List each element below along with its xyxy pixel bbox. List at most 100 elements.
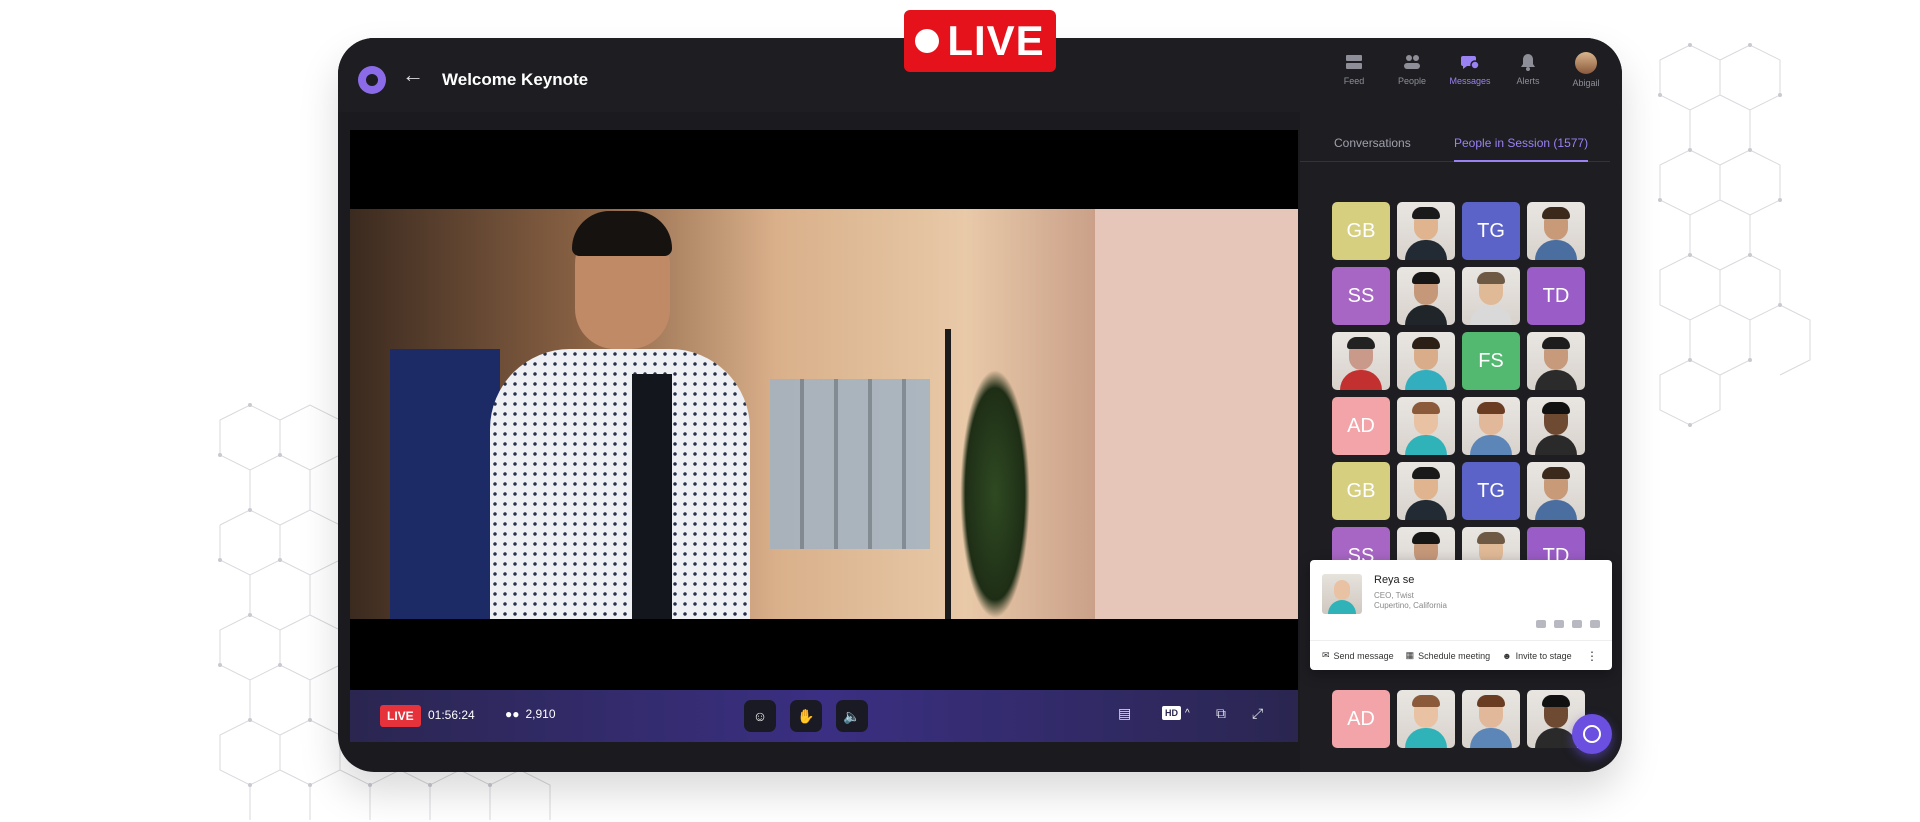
attendee-avatar[interactable]: SS — [1332, 267, 1390, 325]
attendee-avatar[interactable]: AD — [1332, 690, 1390, 748]
social-icon[interactable] — [1590, 620, 1600, 628]
nav-people-label: People — [1397, 76, 1427, 86]
page: LIVE ← Welcome Keynote Feed People Messa… — [0, 0, 1920, 822]
attendee-avatar[interactable]: AD — [1332, 397, 1390, 455]
nav-alerts-label: Alerts — [1516, 76, 1540, 86]
attendee-initials: TG — [1477, 219, 1505, 242]
smile-icon: ☺ — [752, 708, 768, 724]
speaker-icon: 🔈 — [843, 707, 861, 724]
attendee-avatar[interactable]: TG — [1462, 462, 1520, 520]
profile-name: Reya se — [1374, 574, 1415, 586]
profile-role: CEO, Twist — [1374, 591, 1414, 600]
attendee-avatar[interactable] — [1527, 202, 1585, 260]
tab-people-in-session[interactable]: People in Session (1577) — [1454, 130, 1589, 162]
viewer-count: ●● 2,910 — [505, 707, 556, 721]
back-arrow-icon[interactable]: ← — [402, 62, 424, 88]
profile-actions: ✉ Send message ▦ Schedule meeting ☻ Invite … — [1310, 640, 1612, 670]
social-icon[interactable] — [1554, 620, 1564, 628]
sidebar: Conversations People in Session (1577) G… — [1300, 112, 1622, 772]
bell-icon — [1518, 52, 1538, 72]
nav-alerts[interactable]: Alerts — [1510, 52, 1546, 88]
top-nav: Feed People Messages Alerts Abigail — [1336, 52, 1604, 88]
player-controls: LIVE 01:56:24 ●● 2,910 ☺ ✋ 🔈 ▤ HD ^ ⧉ ⤢ — [350, 690, 1298, 742]
attendee-avatar[interactable] — [1527, 462, 1585, 520]
attendee-avatar[interactable] — [1397, 332, 1455, 390]
nav-profile-label: Abigail — [1572, 78, 1600, 88]
schedule-meeting-label: Schedule meeting — [1418, 650, 1491, 661]
invite-to-stage-label: Invite to stage — [1515, 650, 1572, 661]
attendee-avatar[interactable]: TD — [1527, 267, 1585, 325]
page-title: Welcome Keynote — [442, 70, 589, 89]
send-message-button[interactable]: ✉ Send message — [1322, 650, 1394, 661]
social-icon[interactable] — [1572, 620, 1582, 628]
attendee-avatar[interactable] — [1527, 332, 1585, 390]
nav-feed[interactable]: Feed — [1336, 52, 1372, 88]
more-options-icon[interactable]: ⋮ — [1586, 649, 1598, 663]
attendee-avatar[interactable] — [1462, 397, 1520, 455]
attendee-avatar[interactable] — [1462, 690, 1520, 748]
volume-button[interactable]: 🔈 — [836, 700, 868, 732]
attendee-initials: AD — [1347, 414, 1375, 437]
hex-pattern-right — [1658, 43, 1811, 427]
video-frame — [350, 209, 1298, 619]
raise-hand-button[interactable]: ✋ — [790, 700, 822, 732]
attendee-avatar[interactable] — [1527, 397, 1585, 455]
invite-icon: ☻ — [1502, 650, 1512, 661]
attendee-initials: TD — [1542, 284, 1570, 307]
attendee-avatar[interactable]: GB — [1332, 462, 1390, 520]
viewer-count-value: 2,910 — [525, 707, 556, 721]
video-player[interactable] — [350, 130, 1298, 690]
attendee-avatar[interactable]: GB — [1332, 202, 1390, 260]
attendee-avatar[interactable] — [1332, 332, 1390, 390]
attendee-grid: GB TG SS TD FS AD GB TG SS TD — [1332, 202, 1592, 585]
nav-profile[interactable]: Abigail — [1568, 52, 1604, 88]
floating-action-button[interactable] — [1572, 714, 1612, 754]
send-message-label: Send message — [1333, 650, 1394, 661]
quality-selector[interactable]: HD ^ — [1162, 706, 1190, 720]
nav-messages-label: Messages — [1449, 76, 1491, 86]
hand-icon: ✋ — [797, 707, 815, 724]
attendee-grid-bottom-row: AD — [1332, 690, 1592, 748]
tab-conversations[interactable]: Conversations — [1334, 130, 1411, 162]
schedule-meeting-button[interactable]: ▦ Schedule meeting — [1406, 650, 1491, 661]
message-icon: ✉ — [1322, 650, 1330, 660]
attendee-initials: FS — [1478, 349, 1504, 372]
viewers-icon: ●● — [505, 707, 520, 721]
nav-messages[interactable]: Messages — [1449, 52, 1491, 88]
cast-icon[interactable]: ⧉ — [1216, 705, 1226, 722]
invite-to-stage-button[interactable]: ☻ Invite to stage — [1502, 651, 1572, 661]
sidebar-tabs: Conversations People in Session (1577) — [1300, 130, 1610, 162]
quality-value: HD — [1162, 706, 1181, 720]
attendee-avatar[interactable] — [1397, 690, 1455, 748]
attendee-initials: AD — [1347, 707, 1375, 730]
calendar-icon: ▦ — [1405, 650, 1415, 660]
attendee-avatar[interactable] — [1397, 202, 1455, 260]
attendee-avatar[interactable] — [1397, 267, 1455, 325]
profile-avatar — [1322, 574, 1362, 614]
social-icon[interactable] — [1536, 620, 1546, 628]
attendee-avatar[interactable] — [1462, 267, 1520, 325]
app-logo[interactable] — [358, 66, 386, 94]
elapsed-time: 01:56:24 — [428, 708, 475, 722]
attendee-avatar[interactable] — [1397, 462, 1455, 520]
captions-icon[interactable]: ▤ — [1118, 705, 1131, 722]
live-dot-icon — [915, 29, 940, 53]
attendee-initials: SS — [1347, 284, 1375, 307]
nav-people[interactable]: People — [1394, 52, 1430, 88]
reaction-button[interactable]: ☺ — [744, 700, 776, 732]
live-indicator: LIVE — [380, 705, 421, 727]
live-banner-label: LIVE — [947, 17, 1045, 64]
fullscreen-icon[interactable]: ⤢ — [1252, 705, 1263, 722]
attendee-avatar[interactable] — [1397, 397, 1455, 455]
people-icon — [1402, 52, 1422, 72]
attendee-initials: GB — [1346, 219, 1376, 242]
attendee-avatar[interactable]: TG — [1462, 202, 1520, 260]
attendee-avatar[interactable]: FS — [1462, 332, 1520, 390]
profile-social-icons — [1536, 620, 1600, 628]
scroll-top-icon — [1583, 725, 1601, 743]
user-avatar — [1575, 52, 1597, 74]
attendee-initials: TG — [1477, 479, 1505, 502]
messages-icon — [1460, 52, 1480, 72]
nav-feed-label: Feed — [1343, 76, 1365, 86]
attendee-initials: GB — [1346, 479, 1376, 502]
